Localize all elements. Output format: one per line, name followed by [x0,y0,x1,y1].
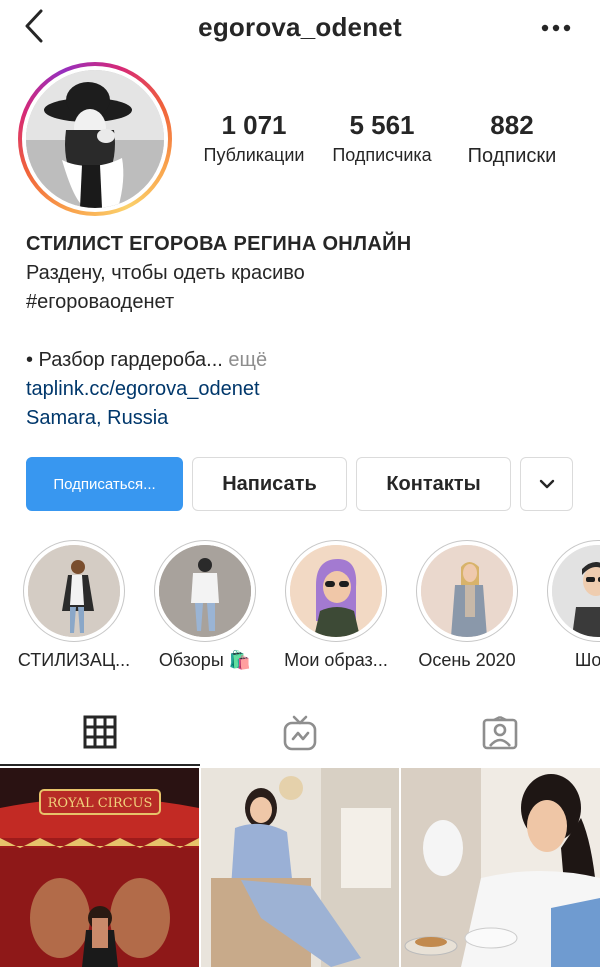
bio-line-text: • Разбор гардероба... [26,349,223,371]
bio-location-link[interactable]: Samara, Russia [26,404,586,433]
highlight-label: СТИЛИЗАЦ... [17,650,131,670]
profile-stats: 1 071 Публикации 5 561 Подписчика 882 По… [196,110,576,170]
highlight-label: Обзоры 🛍️ [158,650,252,670]
suggested-accounts-button[interactable] [520,457,573,511]
post-thumbnail[interactable]: ROYAL CIRCUS [0,768,199,967]
post-thumbnail[interactable] [201,768,399,967]
post-thumbnail[interactable] [401,768,600,967]
grid-icon [83,715,117,749]
posts-grid: ROYAL CIRCUS [0,768,600,967]
follow-button[interactable]: Подписаться... [26,457,183,511]
avatar-story-ring[interactable] [18,62,172,216]
profile-header: egorova_odenet [0,0,600,56]
highlight-label: Мои образ... [284,650,388,670]
highlight-item[interactable]: Шопи [536,540,600,671]
bio-website-link[interactable]: taplink.cc/egorova_odenet [26,375,586,404]
story-highlights: СТИЛИЗАЦ... Обзоры 🛍️ Мои образ... Осень… [0,540,600,680]
bio-line: Раздену, чтобы одеть красиво [26,262,305,284]
tab-tagged[interactable] [400,700,600,766]
posts-count-value: 1 071 [221,110,287,140]
highlight-label: Осень 2020 [418,650,516,670]
highlight-item[interactable]: Мои образ... [274,540,398,671]
profile-display-name: СТИЛИСТ ЕГОРОВА РЕГИНА ОНЛАЙН [26,233,412,255]
message-button[interactable]: Написать [192,457,347,511]
contacts-button[interactable]: Контакты [356,457,511,511]
profile-username: egorova_odenet [198,12,402,42]
bio-more-link[interactable]: ещё [223,349,267,371]
followers-count-label: Подписчика [332,145,432,165]
posts-count-label: Публикации [203,145,305,165]
tab-posts-grid[interactable] [0,700,200,766]
more-horizontal-icon [541,24,571,32]
posts-count[interactable]: 1 071 Публикации [196,110,312,166]
svg-text:ROYAL CIRCUS: ROYAL CIRCUS [48,796,153,811]
highlight-label: Шопи [574,650,600,670]
highlight-item[interactable]: Осень 2020 [405,540,529,671]
highlight-item[interactable]: Обзоры 🛍️ [143,540,267,671]
igtv-icon [283,715,317,751]
chevron-down-icon [539,479,554,489]
followers-count[interactable]: 5 561 Подписчика [324,110,440,166]
bio-hashtag[interactable]: #егороваоденет [26,288,586,317]
more-options-button[interactable] [534,10,578,46]
following-count-value: 882 [490,110,534,140]
following-count-label: Подписки [467,145,557,167]
profile-actions: Подписаться... Написать Контакты [26,457,576,511]
following-count[interactable]: 882 Подписки [454,110,570,168]
tagged-icon [482,716,518,750]
bio-line-truncated: • Разбор гардероба... ещё [26,346,586,375]
avatar [26,70,164,208]
profile-tabs [0,700,600,766]
profile-bio: СТИЛИСТ ЕГОРОВА РЕГИНА ОНЛАЙН Раздену, ч… [26,230,586,433]
followers-count-value: 5 561 [349,110,415,140]
tab-igtv[interactable] [200,700,400,766]
highlight-item[interactable]: СТИЛИЗАЦ... [12,540,136,671]
